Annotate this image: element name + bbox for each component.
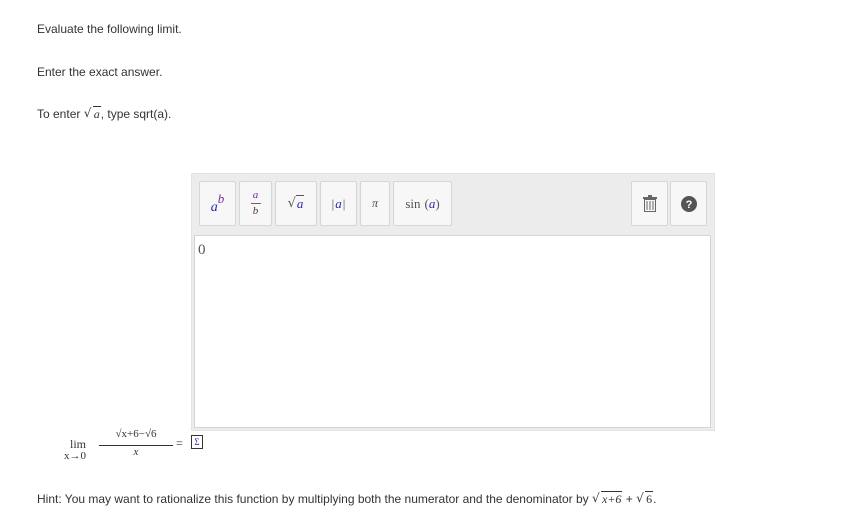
- hint-suffix: .: [653, 492, 657, 506]
- frac-bar: [250, 203, 261, 204]
- help-button[interactable]: ?: [670, 181, 707, 226]
- abs-button[interactable]: | a |: [320, 181, 357, 226]
- frac-num: a: [252, 189, 259, 201]
- svg-text:?: ?: [685, 199, 692, 211]
- hint-sqrt-b-arg: 6: [645, 491, 654, 506]
- power-button[interactable]: ab: [199, 181, 236, 226]
- math-toolbar: ab a b √ a | a | π sin (a) ?: [192, 174, 714, 234]
- power-exp: b: [217, 190, 225, 206]
- abs-close: |: [342, 195, 346, 211]
- fraction-button[interactable]: a b: [239, 181, 272, 226]
- sqrt-a-arg: a: [92, 106, 101, 121]
- instruction-exact: Enter the exact answer.: [37, 65, 163, 79]
- hint-prefix: Hint: You may want to rationalize this f…: [37, 492, 592, 506]
- sin-close: ): [435, 195, 440, 211]
- hint-radical-b: √: [636, 491, 644, 505]
- answer-input[interactable]: 0: [194, 235, 711, 428]
- help-icon: ?: [680, 195, 697, 212]
- sqrt-button-arg: a: [295, 195, 305, 211]
- abs-arg: a: [335, 195, 342, 211]
- limit-denominator: x: [133, 446, 139, 458]
- clear-button[interactable]: [631, 181, 668, 226]
- lim-subscript: x→0: [64, 450, 86, 462]
- sqrt-button[interactable]: √ a: [275, 181, 317, 226]
- instruction-sqrt-suffix: , type sqrt(a).: [100, 107, 172, 121]
- instruction-sqrt: To enter √ a, type sqrt(a).: [37, 106, 172, 122]
- instruction-evaluate: Evaluate the following limit.: [37, 22, 182, 36]
- math-editor: ab a b √ a | a | π sin (a) ? 0: [191, 173, 715, 431]
- trash-icon: [642, 195, 657, 212]
- pi-button[interactable]: π: [360, 181, 390, 226]
- sin-func: sin: [405, 195, 421, 211]
- equals-sign: =: [176, 436, 183, 450]
- limit-numerator: √x+6−√6: [115, 428, 157, 440]
- power-base: a: [210, 199, 218, 215]
- limit-expression: lim x→0 √x+6−√6 x = Σ: [64, 428, 214, 468]
- instruction-sqrt-prefix: To enter: [37, 107, 84, 121]
- sqrt-radical-icon: √: [287, 196, 296, 211]
- hint-sqrt-a-arg: x+6: [601, 491, 623, 506]
- sqrt-a-inline: √ a: [83, 106, 101, 122]
- hint-sqrt-b: √ 6: [636, 491, 654, 507]
- frac-den: b: [252, 205, 259, 217]
- answer-placeholder-icon[interactable]: Σ: [191, 435, 203, 449]
- hint-plus: +: [622, 492, 637, 506]
- pi-symbol: π: [371, 196, 378, 210]
- radical-sign: √: [83, 106, 92, 120]
- hint-radical-a: √: [592, 491, 600, 505]
- hint-text: Hint: You may want to rationalize this f…: [37, 491, 657, 507]
- question-page: Evaluate the following limit. Enter the …: [0, 0, 850, 526]
- hint-sqrt-a: √ x+6: [592, 491, 623, 507]
- sin-button[interactable]: sin (a): [393, 181, 452, 226]
